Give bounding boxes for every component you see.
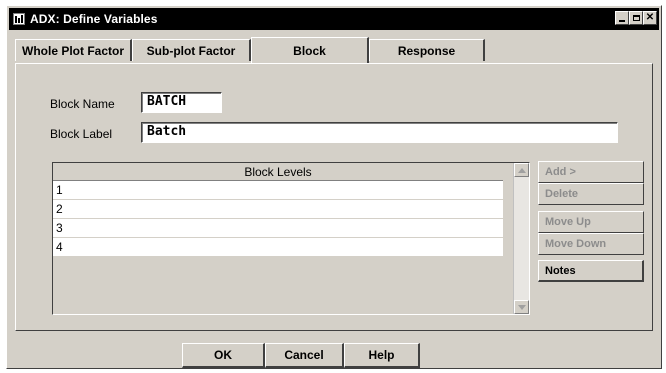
close-icon: ✕ [645,12,655,23]
list-item[interactable]: 4 [53,238,503,257]
tab-response[interactable]: Response [369,39,485,61]
tab-whole-plot-factor[interactable]: Whole Plot Factor [15,39,132,61]
list-item[interactable]: 3 [53,219,503,238]
vertical-scrollbar[interactable] [513,163,529,314]
help-button[interactable]: Help [344,343,420,368]
block-levels-header[interactable]: Block Levels [53,163,503,181]
scroll-down-button[interactable] [514,300,529,314]
notes-button[interactable]: Notes [538,260,644,282]
move-down-button[interactable]: Move Down [538,233,644,255]
maximize-button[interactable] [629,11,643,25]
block-name-label: Block Name [50,97,115,111]
close-button[interactable]: ✕ [643,11,657,25]
maximize-icon [632,15,640,21]
app-icon [12,12,26,26]
ok-button[interactable]: OK [182,343,265,368]
scroll-up-arrow-icon [517,167,526,173]
title-bar[interactable]: ADX: Define Variables ✕ [9,8,659,30]
add-button[interactable]: Add > [538,161,644,183]
minimize-icon [619,20,625,22]
tab-block[interactable]: Block [251,37,369,63]
list-item[interactable]: 2 [53,200,503,219]
list-item[interactable]: 1 [53,181,503,200]
tab-sub-plot-factor[interactable]: Sub-plot Factor [132,39,251,61]
move-up-button[interactable]: Move Up [538,211,644,233]
block-tab-panel: Block Name BATCH Block Label Batch Block… [15,63,653,331]
block-label-field[interactable]: Batch [141,122,618,143]
block-label-label: Block Label [50,127,113,141]
define-variables-window: ADX: Define Variables ✕ Whole Plot Facto… [6,5,662,369]
block-levels-list[interactable]: Block Levels 1 2 3 4 [52,162,530,315]
block-name-field[interactable]: BATCH [141,92,222,113]
delete-button[interactable]: Delete [538,183,644,205]
window-title: ADX: Define Variables [30,12,158,26]
cancel-button[interactable]: Cancel [265,343,344,368]
scroll-up-button[interactable] [514,163,529,177]
minimize-button[interactable] [615,11,629,25]
scroll-down-arrow-icon [517,304,526,310]
